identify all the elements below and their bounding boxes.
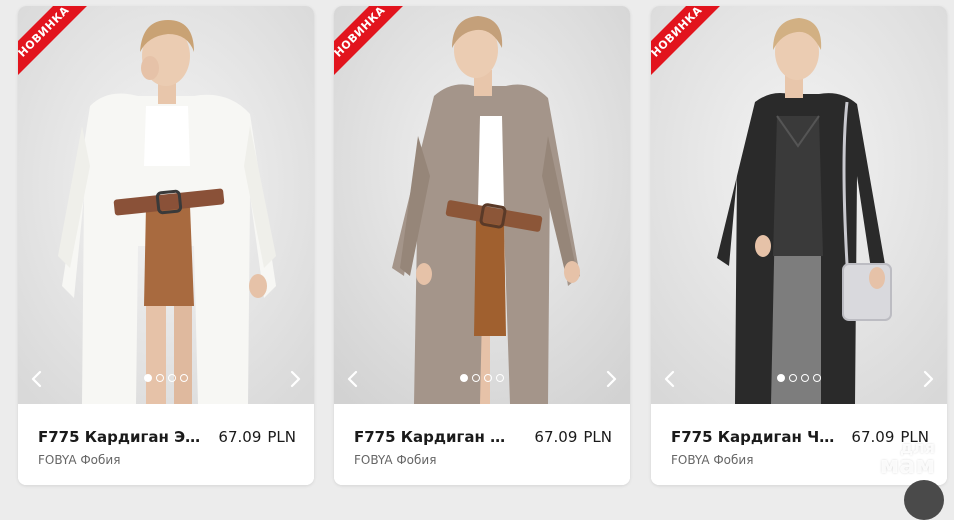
product-info: F775 Кардиган Экри 67.09 PLN FOBYA Фобия — [18, 404, 314, 485]
product-info: F775 Кардиган Мок… 67.09 PLN FOBYA Фобия — [334, 404, 630, 485]
carousel-dot[interactable] — [144, 374, 152, 382]
price-currency: PLN — [583, 428, 612, 446]
product-brand[interactable]: FOBYA Фобия — [354, 453, 436, 467]
carousel-dot[interactable] — [156, 374, 164, 382]
site-watermark: для мам — [879, 439, 935, 480]
carousel-dot[interactable] — [484, 374, 492, 382]
carousel-dot[interactable] — [777, 374, 785, 382]
product-price: 67.09 PLN — [534, 428, 612, 446]
price-currency: PLN — [267, 428, 296, 446]
carousel-dot[interactable] — [789, 374, 797, 382]
product-name[interactable]: F775 Кардиган Чер… — [671, 428, 836, 446]
carousel-dot[interactable] — [813, 374, 821, 382]
product-card[interactable]: НОВИНКА F775 Кардиган Чер… 67.09PLN FOBY… — [651, 6, 947, 485]
product-photo[interactable]: НОВИНКА — [18, 6, 314, 404]
carousel-dot[interactable] — [472, 374, 480, 382]
product-name[interactable]: F775 Кардиган Экри — [38, 428, 203, 446]
carousel-dot[interactable] — [180, 374, 188, 382]
price-value: 67.09 — [534, 428, 578, 446]
product-card[interactable]: НОВИНКА F775 Кардиган Экри 67.09 PLN FOBY… — [18, 6, 314, 485]
carousel-dots — [334, 374, 630, 382]
carousel-dot[interactable] — [168, 374, 176, 382]
carousel-dots — [651, 374, 947, 382]
carousel-dot[interactable] — [460, 374, 468, 382]
carousel-dot[interactable] — [801, 374, 809, 382]
watermark-line-2: мам — [879, 451, 935, 480]
product-price: 67.09 PLN — [218, 428, 296, 446]
product-card[interactable]: НОВИНКА F775 Кардиган Мок… 67.09 PLN FOBY… — [334, 6, 630, 485]
carousel-dots — [18, 374, 314, 382]
price-value: 67.09 — [218, 428, 262, 446]
product-brand[interactable]: FOBYA Фобия — [38, 453, 120, 467]
product-name[interactable]: F775 Кардиган Мок… — [354, 428, 519, 446]
scroll-button[interactable] — [904, 480, 944, 520]
product-brand[interactable]: FOBYA Фобия — [671, 453, 753, 467]
product-grid: НОВИНКА F775 Кардиган Экри 67.09 PLN FOBY… — [0, 0, 954, 496]
product-photo-image — [334, 6, 630, 404]
product-photo[interactable]: НОВИНКА — [651, 6, 947, 404]
product-photo-image — [651, 6, 947, 404]
carousel-dot[interactable] — [496, 374, 504, 382]
product-photo[interactable]: НОВИНКА — [334, 6, 630, 404]
product-photo-image — [18, 6, 314, 404]
